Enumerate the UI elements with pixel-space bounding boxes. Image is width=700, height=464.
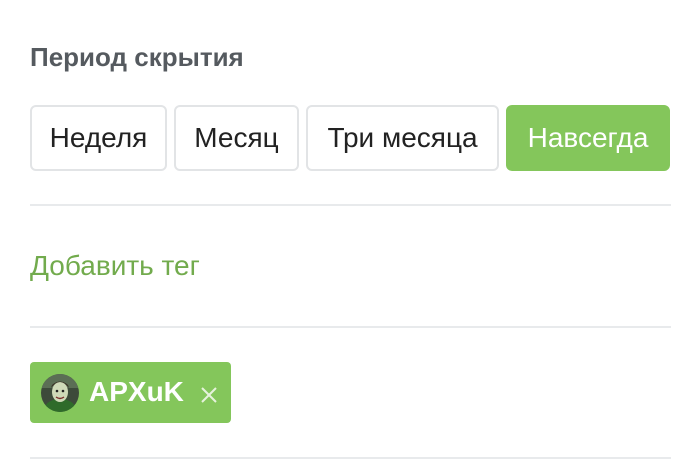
divider bbox=[30, 326, 671, 328]
period-option-forever[interactable]: Навсегда bbox=[506, 105, 670, 171]
user-avatar-icon bbox=[41, 374, 79, 412]
tag-chip[interactable]: APXuK bbox=[30, 362, 231, 423]
period-option-three-months[interactable]: Три месяца bbox=[306, 105, 499, 171]
divider bbox=[30, 457, 671, 459]
tag-name: APXuK bbox=[89, 376, 184, 407]
close-icon[interactable] bbox=[198, 384, 220, 406]
add-tag-link[interactable]: Добавить тег bbox=[30, 248, 200, 284]
period-option-week[interactable]: Неделя bbox=[30, 105, 167, 171]
period-option-month[interactable]: Месяц bbox=[174, 105, 299, 171]
section-title: Период скрытия bbox=[30, 42, 244, 72]
divider bbox=[30, 204, 671, 206]
